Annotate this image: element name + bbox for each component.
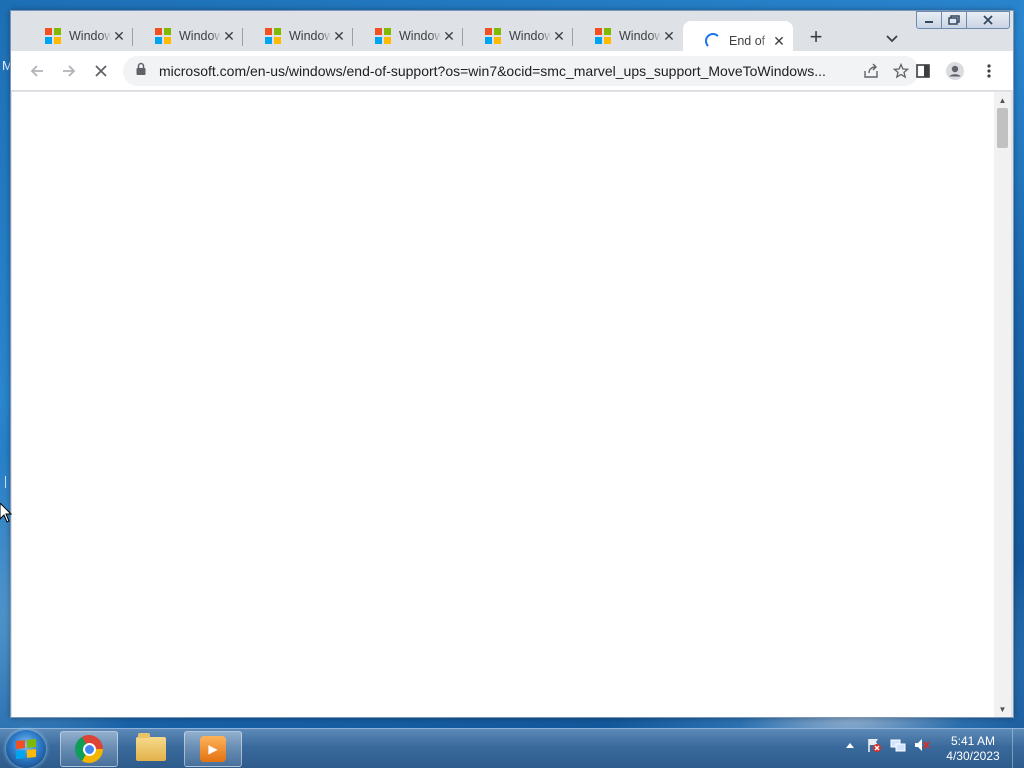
scrollbar-thumb[interactable] xyxy=(997,108,1008,148)
action-center-flag-icon[interactable] xyxy=(866,737,882,753)
tab-label: Windows xyxy=(289,29,331,43)
vertical-scrollbar[interactable]: ▲ ▼ xyxy=(994,92,1011,717)
tab-label: Windows xyxy=(509,29,551,43)
page-viewport[interactable] xyxy=(12,92,994,717)
desktop-icon-fragment xyxy=(5,476,8,488)
network-icon[interactable] xyxy=(890,737,906,753)
scroll-up-arrow-icon[interactable]: ▲ xyxy=(994,94,1011,108)
profile-avatar-icon xyxy=(946,62,964,80)
lock-icon[interactable] xyxy=(135,62,147,81)
address-bar[interactable]: microsoft.com/en-us/windows/end-of-suppo… xyxy=(123,56,919,86)
taskbar-chrome-button[interactable] xyxy=(60,731,118,767)
show-desktop-button[interactable] xyxy=(1012,729,1024,768)
taskbar-explorer-button[interactable] xyxy=(122,731,180,767)
start-button[interactable] xyxy=(6,730,46,768)
close-tab-icon[interactable]: ✕ xyxy=(771,33,787,49)
volume-muted-icon[interactable] xyxy=(914,737,930,753)
close-tab-icon[interactable]: ✕ xyxy=(331,28,347,44)
back-button[interactable] xyxy=(25,59,49,83)
side-panel-icon xyxy=(916,64,930,78)
scroll-down-arrow-icon[interactable]: ▼ xyxy=(994,703,1011,717)
loading-spinner-icon xyxy=(705,33,721,49)
chrome-menu-button[interactable] xyxy=(977,59,1001,83)
tab-windows-4[interactable]: Windows ✕ xyxy=(353,21,463,51)
tab-windows-3[interactable]: Windows ✕ xyxy=(243,21,353,51)
forward-arrow-icon xyxy=(63,65,76,77)
forward-button[interactable] xyxy=(57,59,81,83)
tab-windows-2[interactable]: Windows ✕ xyxy=(133,21,243,51)
clock-date: 4/30/2023 xyxy=(946,749,1000,763)
kebab-menu-icon xyxy=(987,64,991,78)
windows-explorer-icon xyxy=(136,733,166,761)
browser-toolbar: microsoft.com/en-us/windows/end-of-suppo… xyxy=(11,51,1013,91)
microsoft-logo-icon xyxy=(265,28,281,44)
tab-label: End of Support xyxy=(729,34,771,48)
windows-taskbar: ▶ 5:41 AM 4/30/2023 xyxy=(0,728,1024,768)
close-tab-icon[interactable]: ✕ xyxy=(111,28,127,44)
restore-button[interactable] xyxy=(941,11,967,29)
bookmark-star-icon[interactable] xyxy=(891,61,911,81)
stop-x-icon xyxy=(95,65,107,77)
taskbar-media-player-button[interactable]: ▶ xyxy=(184,731,242,767)
minimize-button[interactable] xyxy=(916,11,942,29)
microsoft-logo-icon xyxy=(155,28,171,44)
media-player-icon: ▶ xyxy=(200,736,226,762)
chrome-icon xyxy=(75,735,103,763)
tab-search-chevron-icon[interactable] xyxy=(883,29,901,47)
tab-windows-1[interactable]: Windows ✕ xyxy=(23,21,133,51)
side-panel-button[interactable] xyxy=(911,59,935,83)
microsoft-logo-icon xyxy=(45,28,61,44)
chrome-window: Windows ✕ Windows ✕ Windows ✕ Windows ✕ … xyxy=(10,10,1014,718)
tab-label: Windows xyxy=(69,29,111,43)
clock-time: 5:41 AM xyxy=(950,734,996,748)
tab-label: Windows xyxy=(179,29,221,43)
share-icon[interactable] xyxy=(861,61,881,81)
tab-windows-5[interactable]: Windows ✕ xyxy=(463,21,573,51)
close-tab-icon[interactable]: ✕ xyxy=(441,28,457,44)
microsoft-logo-icon xyxy=(485,28,501,44)
url-text[interactable]: microsoft.com/en-us/windows/end-of-suppo… xyxy=(159,63,831,79)
close-tab-icon[interactable]: ✕ xyxy=(221,28,237,44)
microsoft-logo-icon xyxy=(375,28,391,44)
stop-loading-button[interactable] xyxy=(89,59,113,83)
close-tab-icon[interactable]: ✕ xyxy=(661,28,677,44)
system-tray xyxy=(842,737,930,753)
profile-button[interactable] xyxy=(943,59,967,83)
show-hidden-icons-arrow-icon[interactable] xyxy=(842,737,858,753)
microsoft-logo-icon xyxy=(595,28,611,44)
close-window-button[interactable] xyxy=(966,11,1010,29)
mouse-cursor-icon xyxy=(0,503,12,523)
taskbar-clock[interactable]: 5:41 AM 4/30/2023 xyxy=(942,734,1004,764)
back-arrow-icon xyxy=(30,65,43,77)
tab-label: Windows xyxy=(399,29,441,43)
tab-windows-6[interactable]: Windows ✕ xyxy=(573,21,683,51)
close-tab-icon[interactable]: ✕ xyxy=(551,28,567,44)
new-tab-button[interactable]: + xyxy=(805,26,827,49)
tab-label: Windows xyxy=(619,29,661,43)
windows-flag-icon xyxy=(16,738,36,760)
